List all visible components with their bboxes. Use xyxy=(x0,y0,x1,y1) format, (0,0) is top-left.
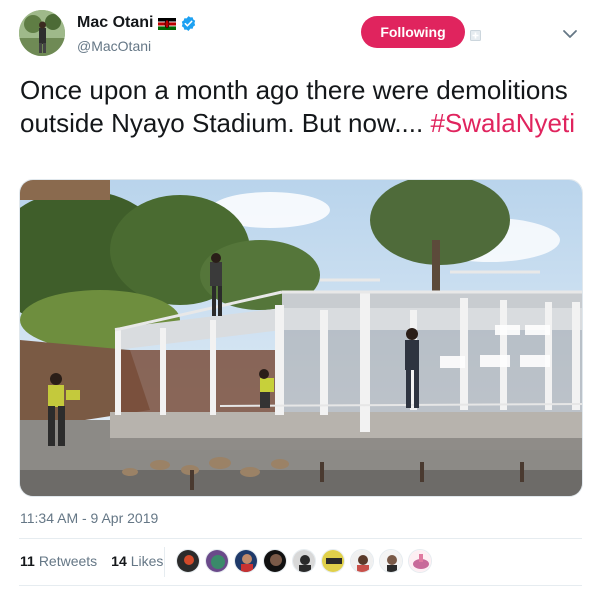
tweet-stats: 11 Retweets 14 Likes xyxy=(20,553,177,569)
verified-badge-icon xyxy=(180,15,197,32)
likers-avatars xyxy=(176,549,437,573)
liker-avatar[interactable] xyxy=(205,549,229,573)
likes-label: Likes xyxy=(130,553,164,569)
retweets-count: 11 xyxy=(20,553,35,569)
tweet-text: Once upon a month ago there were demolit… xyxy=(20,74,582,140)
liker-avatar[interactable] xyxy=(292,549,316,573)
liker-avatar[interactable] xyxy=(379,549,403,573)
hashtag-link[interactable]: #SwalaNyeti xyxy=(430,108,575,138)
following-button[interactable]: Following xyxy=(361,16,465,48)
liker-avatar[interactable] xyxy=(321,549,345,573)
liker-avatar[interactable] xyxy=(234,549,258,573)
divider xyxy=(19,585,582,586)
retweets-stat[interactable]: 11 Retweets xyxy=(20,553,97,569)
author-avatar[interactable] xyxy=(19,10,65,56)
divider xyxy=(19,538,582,539)
follow-icon[interactable] xyxy=(470,28,481,41)
tweet-header: Mac Otani @MacOtani Following xyxy=(0,0,602,66)
liker-avatar[interactable] xyxy=(176,549,200,573)
liker-avatar[interactable] xyxy=(263,549,287,573)
kenya-flag-icon xyxy=(158,17,177,30)
likes-stat[interactable]: 14 Likes xyxy=(111,553,163,569)
stats-separator xyxy=(164,547,165,577)
author-name[interactable]: Mac Otani xyxy=(77,14,153,32)
tweet-timestamp[interactable]: 11:34 AM - 9 Apr 2019 xyxy=(20,510,158,526)
liker-avatar[interactable] xyxy=(408,549,432,573)
author-handle[interactable]: @MacOtani xyxy=(77,38,151,54)
likes-count: 14 xyxy=(111,553,127,569)
liker-avatar[interactable] xyxy=(350,549,374,573)
chevron-down-icon[interactable] xyxy=(562,27,578,39)
retweets-label: Retweets xyxy=(38,553,98,569)
tweet-photo[interactable] xyxy=(19,179,583,497)
